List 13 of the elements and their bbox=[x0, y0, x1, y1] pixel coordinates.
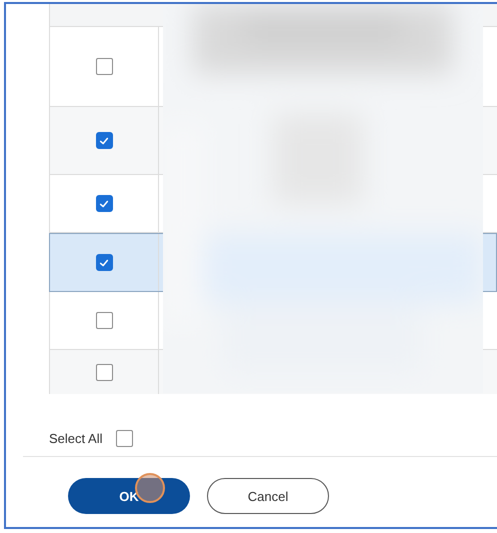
select-all-checkbox[interactable] bbox=[116, 430, 134, 447]
checkmark-icon bbox=[99, 258, 109, 268]
checkbox[interactable] bbox=[96, 58, 112, 75]
cancel-button[interactable]: Cancel bbox=[207, 478, 329, 514]
checkmark-icon bbox=[99, 198, 109, 208]
ok-button[interactable]: OK bbox=[68, 478, 190, 514]
select-all-label: Select All bbox=[49, 431, 102, 446]
checkbox[interactable] bbox=[96, 195, 112, 212]
checkbox[interactable] bbox=[96, 254, 112, 271]
checkbox[interactable] bbox=[96, 132, 112, 149]
checkbox[interactable] bbox=[96, 364, 112, 380]
checkbox[interactable] bbox=[96, 312, 112, 329]
checkmark-icon bbox=[99, 136, 109, 146]
